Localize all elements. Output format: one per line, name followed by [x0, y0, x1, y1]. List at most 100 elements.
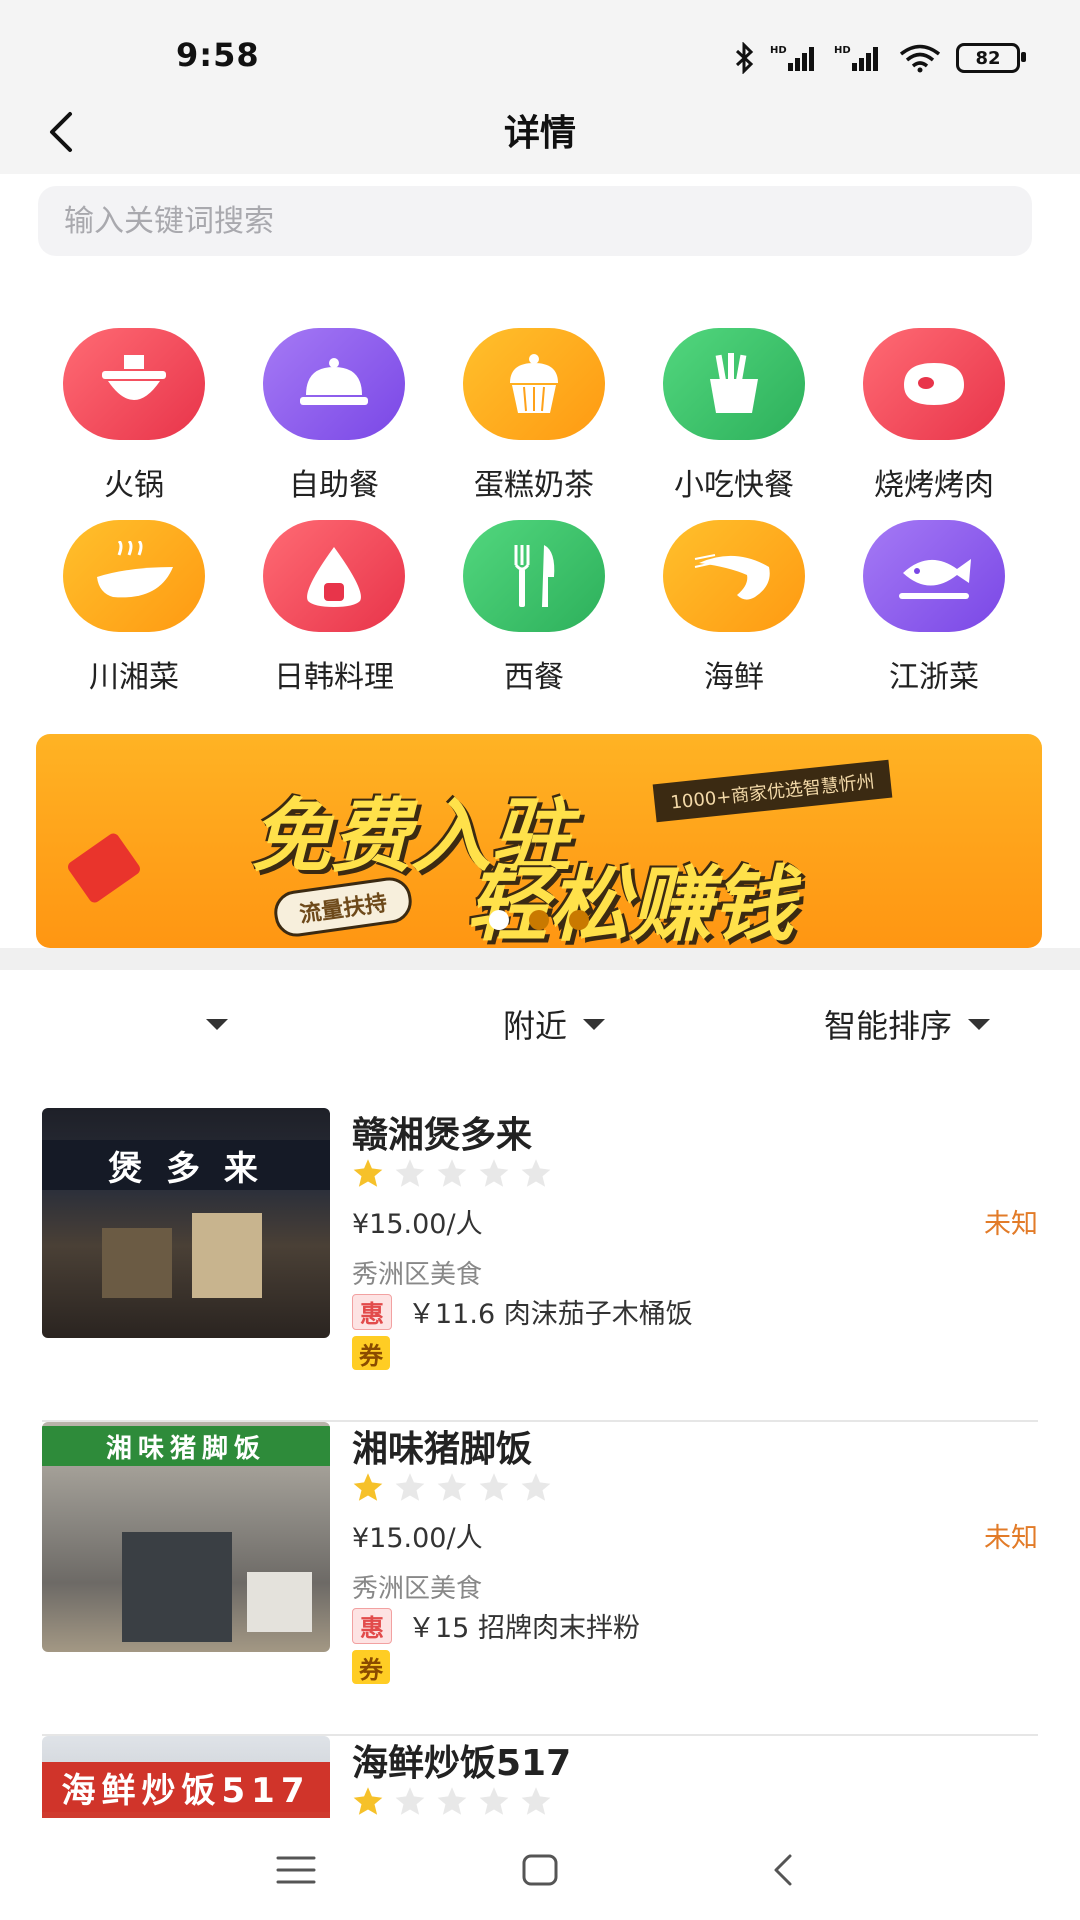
star-empty-icon — [479, 1473, 509, 1501]
filter-label: 附近 — [503, 1007, 568, 1045]
chili-icon — [63, 520, 205, 632]
filter-label: 智能排序 — [824, 1007, 953, 1045]
coupon-badge: 券 — [352, 1650, 390, 1684]
shop-photo: 湘味猪脚饭 — [42, 1422, 330, 1652]
avg-price: ¥15.00/人 — [352, 1523, 483, 1554]
category-seafood[interactable]: 海鲜 — [634, 520, 834, 696]
category-label: 蛋糕奶茶 — [474, 468, 594, 503]
signal-icon: HD — [770, 45, 814, 71]
star-filled-icon — [353, 1473, 383, 1501]
star-empty-icon — [521, 1787, 551, 1815]
star-empty-icon — [437, 1159, 467, 1187]
banner-dot[interactable] — [569, 910, 589, 930]
avg-price: ¥15.00/人 — [352, 1209, 483, 1240]
category-buffet[interactable]: 自助餐 — [234, 328, 434, 504]
fries-icon — [663, 328, 805, 440]
filter-category[interactable] — [190, 1000, 228, 1048]
category-japanese-korean[interactable]: 日韩料理 — [234, 520, 434, 696]
category-label: 江浙菜 — [889, 660, 979, 695]
status-time: 9:58 — [176, 36, 260, 74]
star-empty-icon — [479, 1787, 509, 1815]
cupcake-icon — [463, 328, 605, 440]
svg-text:HD: HD — [770, 45, 787, 56]
shop-item[interactable]: 海鲜炒饭517 海鲜炒饭517 — [42, 1736, 1038, 1818]
filter-nearby[interactable]: 附近 — [503, 1000, 606, 1048]
status-icons: HD HD 82 — [734, 40, 1026, 76]
banner-dot[interactable] — [489, 910, 509, 930]
shop-name: 赣湘煲多来 — [352, 1115, 533, 1156]
deal-row: 惠 ￥15 招牌肉末拌粉 — [352, 1606, 640, 1645]
cloche-icon — [263, 328, 405, 440]
category-label: 自助餐 — [289, 468, 379, 503]
caret-down-icon — [583, 1018, 606, 1030]
star-empty-icon — [395, 1787, 425, 1815]
shop-photo: 海鲜炒饭517 — [42, 1736, 330, 1818]
star-empty-icon — [437, 1473, 467, 1501]
category-bbq[interactable]: 烧烤烤肉 — [834, 328, 1034, 504]
category-label: 日韩料理 — [274, 660, 394, 695]
category-label: 火锅 — [104, 468, 164, 503]
steak-icon — [863, 328, 1005, 440]
nav-bar: 详情 — [0, 90, 1080, 174]
shop-item[interactable]: 湘味猪脚饭 湘味猪脚饭 ¥15.00/人 未知 秀洲区美食 惠 ￥15 招牌肉末… — [42, 1422, 1038, 1736]
caret-down-icon — [968, 1018, 991, 1030]
coupon-badge: 券 — [352, 1336, 390, 1370]
discount-badge: 惠 — [352, 1293, 392, 1330]
star-empty-icon — [479, 1159, 509, 1187]
shop-name: 海鲜炒饭517 — [352, 1743, 572, 1784]
deal-text: ￥15 招牌肉末拌粉 — [408, 1613, 640, 1644]
deal-text: ￥11.6 肉沫茄子木桶饭 — [408, 1299, 693, 1330]
red-envelope-icon — [65, 831, 143, 905]
star-empty-icon — [395, 1473, 425, 1501]
onigiri-icon — [263, 520, 405, 632]
section-divider — [0, 948, 1080, 970]
bluetooth-icon — [735, 42, 754, 74]
home-icon[interactable] — [510, 1840, 570, 1900]
menu-icon[interactable] — [266, 1840, 326, 1900]
category-jiangzhe[interactable]: 江浙菜 — [834, 520, 1034, 696]
search-input[interactable] — [38, 186, 1032, 256]
svg-text:HD: HD — [834, 45, 851, 56]
shop-sign: 海鲜炒饭517 — [42, 1762, 330, 1812]
promo-banner[interactable]: 1000+商家优选智慧忻州 免费入驻 轻松赚钱 流量扶持 — [36, 734, 1042, 948]
page-title: 详情 — [503, 113, 576, 154]
rating-stars — [352, 1158, 552, 1188]
back-icon[interactable] — [754, 1840, 814, 1900]
star-empty-icon — [395, 1159, 425, 1187]
discount-badge: 惠 — [352, 1607, 392, 1644]
category-label: 西餐 — [504, 660, 564, 695]
fork-knife-icon — [463, 520, 605, 632]
category-sichuan[interactable]: 川湘菜 — [34, 520, 234, 696]
category-label: 烧烤烤肉 — [874, 468, 994, 503]
coupon-row: 券 — [352, 1336, 390, 1370]
rating-stars — [352, 1472, 552, 1502]
shop-status: 未知 — [984, 1209, 1038, 1240]
battery-icon: 82 — [956, 43, 1026, 73]
category-snack[interactable]: 小吃快餐 — [634, 328, 834, 504]
category-hotpot[interactable]: 火锅 — [34, 328, 234, 504]
shop-item[interactable]: 煲 多 来 赣湘煲多来 ¥15.00/人 未知 秀洲区美食 惠 ￥11.6 肉沫… — [42, 1108, 1038, 1422]
shop-name: 湘味猪脚饭 — [352, 1429, 533, 1470]
caret-down-icon — [206, 1018, 228, 1030]
banner-pagination — [36, 910, 1042, 930]
category-label: 海鲜 — [704, 660, 764, 695]
rating-stars — [352, 1786, 552, 1816]
shop-sign: 煲 多 来 — [42, 1140, 330, 1190]
shop-status: 未知 — [984, 1523, 1038, 1554]
deal-row: 惠 ￥11.6 肉沫茄子木桶饭 — [352, 1292, 693, 1331]
filter-sort[interactable]: 智能排序 — [824, 1000, 991, 1048]
banner-dot[interactable] — [529, 910, 549, 930]
category-cake-tea[interactable]: 蛋糕奶茶 — [434, 328, 634, 504]
category-label: 川湘菜 — [89, 660, 179, 695]
star-filled-icon — [353, 1787, 383, 1815]
star-empty-icon — [521, 1159, 551, 1187]
system-nav-bar — [0, 1820, 1080, 1920]
shop-photo: 煲 多 来 — [42, 1108, 330, 1338]
shop-sign: 湘味猪脚饭 — [42, 1426, 330, 1466]
hotpot-icon — [63, 328, 205, 440]
category-western[interactable]: 西餐 — [434, 520, 634, 696]
shop-district: 秀洲区美食 — [352, 1260, 483, 1290]
filter-bar: 附近 智能排序 — [0, 1000, 1080, 1048]
fish-icon — [863, 520, 1005, 632]
shop-district: 秀洲区美食 — [352, 1574, 483, 1604]
